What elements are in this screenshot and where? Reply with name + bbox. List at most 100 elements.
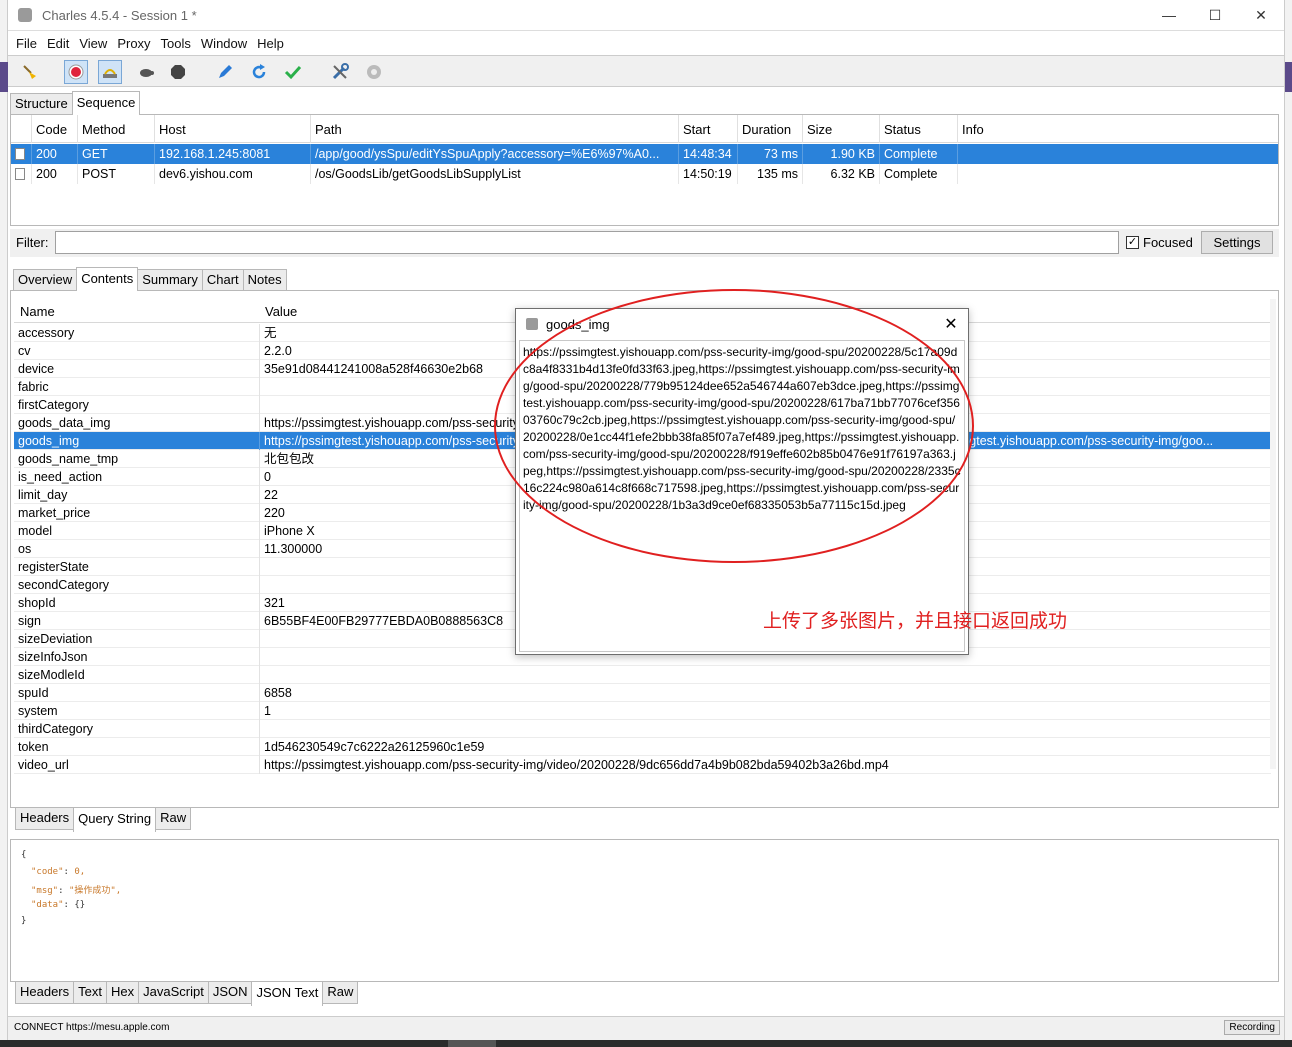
background-window-left-edge: [0, 0, 8, 1047]
tools-icon[interactable]: [328, 60, 352, 84]
param-name: device: [18, 362, 55, 376]
param-name: secondCategory: [18, 578, 110, 592]
focused-label: Focused: [1143, 235, 1193, 250]
table-row[interactable]: 200 GET 192.168.1.245:8081 /app/good/ysS…: [11, 144, 1278, 164]
param-value: [259, 720, 1271, 738]
json-line-msg: "msg": "操作成功",: [31, 886, 122, 896]
param-name: accessory: [18, 326, 75, 340]
tab-response-raw[interactable]: Raw: [322, 982, 359, 1004]
param-value: 6858: [259, 684, 1271, 702]
table-row[interactable]: sizeModleId: [14, 666, 1271, 684]
settings-gear-icon[interactable]: [362, 60, 386, 84]
background-window-accent: [0, 62, 8, 92]
table-row[interactable]: thirdCategory: [14, 720, 1271, 738]
tab-overview[interactable]: Overview: [13, 269, 78, 291]
tab-javascript[interactable]: JavaScript: [138, 982, 209, 1004]
table-row[interactable]: system 1: [14, 702, 1271, 720]
focused-checkbox[interactable]: ✓: [1126, 236, 1139, 249]
tab-text[interactable]: Text: [73, 982, 107, 1004]
cell-host: dev6.yishou.com: [154, 164, 310, 184]
annotation-text: 上传了多张图片，并且接口返回成功: [763, 611, 1068, 632]
cell-start: 14:50:19: [678, 164, 737, 184]
sequence-header: Code Method Host Path Start Duration Siz…: [11, 115, 1278, 143]
column-header-method[interactable]: Method: [77, 115, 154, 143]
window-controls: — ☐ ✕: [1146, 0, 1284, 30]
param-name: model: [18, 524, 53, 538]
tab-sequence[interactable]: Sequence: [71, 91, 141, 115]
tab-json[interactable]: JSON: [207, 982, 253, 1004]
settings-button[interactable]: Settings: [1201, 231, 1273, 254]
menu-proxy[interactable]: Proxy: [117, 36, 150, 51]
column-header-path[interactable]: Path: [310, 115, 678, 143]
menu-tools[interactable]: Tools: [161, 36, 191, 51]
menu-file[interactable]: File: [16, 36, 37, 51]
vertical-scrollbar[interactable]: [1270, 299, 1276, 769]
cell-method: POST: [77, 164, 154, 184]
cell-path: /app/good/ysSpu/editYsSpuApply?accessory…: [310, 144, 678, 164]
recording-badge[interactable]: Recording: [1224, 1020, 1280, 1035]
cell-info: [957, 164, 1279, 184]
minimize-button[interactable]: —: [1146, 0, 1192, 30]
tab-json-text[interactable]: JSON Text: [251, 982, 324, 1006]
column-header-duration[interactable]: Duration: [737, 115, 802, 143]
cell-host: 192.168.1.245:8081: [154, 144, 310, 164]
title-bar: Charles 4.5.4 - Session 1 * — ☐ ✕: [8, 0, 1284, 31]
param-name: goods_name_tmp: [18, 452, 119, 466]
menu-view[interactable]: View: [79, 36, 107, 51]
menu-help[interactable]: Help: [257, 36, 284, 51]
status-bar: CONNECT https://mesu.apple.com Recording: [8, 1016, 1284, 1040]
record-icon[interactable]: [64, 60, 88, 84]
column-header-code[interactable]: Code: [31, 115, 78, 143]
menu-edit[interactable]: Edit: [47, 36, 69, 51]
tab-request-headers[interactable]: Headers: [15, 808, 75, 830]
tab-query-string[interactable]: Query String: [73, 808, 157, 832]
column-header-status[interactable]: Status: [879, 115, 957, 143]
param-name: sign: [18, 614, 41, 628]
table-row[interactable]: token 1d546230549c7c6222a26125960c1e59: [14, 738, 1271, 756]
param-name: cv: [18, 344, 31, 358]
json-value: "操作成功",: [68, 886, 122, 896]
menu-bar: File Edit View Proxy Tools Window Help: [8, 32, 1284, 54]
column-header-host[interactable]: Host: [154, 115, 310, 143]
tab-response-headers[interactable]: Headers: [15, 982, 75, 1004]
tab-summary[interactable]: Summary: [137, 269, 203, 291]
throttle-icon[interactable]: [98, 60, 122, 84]
json-close-brace: }: [21, 916, 27, 926]
response-json-view[interactable]: { "code": 0, "msg": "操作成功", "data": {} }: [10, 839, 1279, 982]
taskbar-edge: [0, 1040, 1292, 1047]
tab-structure[interactable]: Structure: [10, 93, 73, 115]
cell-duration: 73 ms: [737, 144, 802, 164]
background-window-accent: [1285, 62, 1292, 92]
compose-pen-icon[interactable]: [213, 60, 237, 84]
param-name: sizeModleId: [18, 668, 85, 682]
cell-status: Complete: [879, 144, 957, 164]
status-message: CONNECT https://mesu.apple.com: [14, 1022, 170, 1033]
menu-window[interactable]: Window: [201, 36, 247, 51]
turtle-icon[interactable]: [134, 60, 158, 84]
column-header-size[interactable]: Size: [802, 115, 879, 143]
tab-chart[interactable]: Chart: [201, 269, 244, 291]
tab-hex[interactable]: Hex: [105, 982, 140, 1004]
param-value: 1d546230549c7c6222a26125960c1e59: [259, 738, 1271, 756]
column-header-info[interactable]: Info: [957, 115, 1279, 143]
maximize-button[interactable]: ☐: [1192, 0, 1238, 30]
column-header-start[interactable]: Start: [678, 115, 737, 143]
table-row[interactable]: spuId 6858: [14, 684, 1271, 702]
breakpoint-icon[interactable]: [166, 60, 190, 84]
column-header-name[interactable]: Name: [16, 299, 261, 323]
param-name: sizeDeviation: [18, 632, 93, 646]
close-icon[interactable]: ✕: [942, 315, 960, 333]
validate-check-icon[interactable]: [281, 60, 305, 84]
close-window-button[interactable]: ✕: [1238, 0, 1284, 30]
cell-code: 200: [31, 164, 78, 184]
broom-icon[interactable]: [18, 60, 42, 84]
filter-input[interactable]: [55, 231, 1119, 254]
tab-contents[interactable]: Contents: [76, 267, 139, 291]
table-row[interactable]: 200 POST dev6.yishou.com /os/GoodsLib/ge…: [11, 164, 1278, 184]
view-tabs: Structure Sequence: [10, 91, 141, 115]
tab-notes[interactable]: Notes: [242, 269, 287, 291]
table-row[interactable]: video_url https://pssimgtest.yishouapp.co…: [14, 756, 1271, 774]
repeat-icon[interactable]: [247, 60, 271, 84]
charles-app-icon: [526, 318, 538, 330]
tab-request-raw[interactable]: Raw: [155, 808, 192, 830]
